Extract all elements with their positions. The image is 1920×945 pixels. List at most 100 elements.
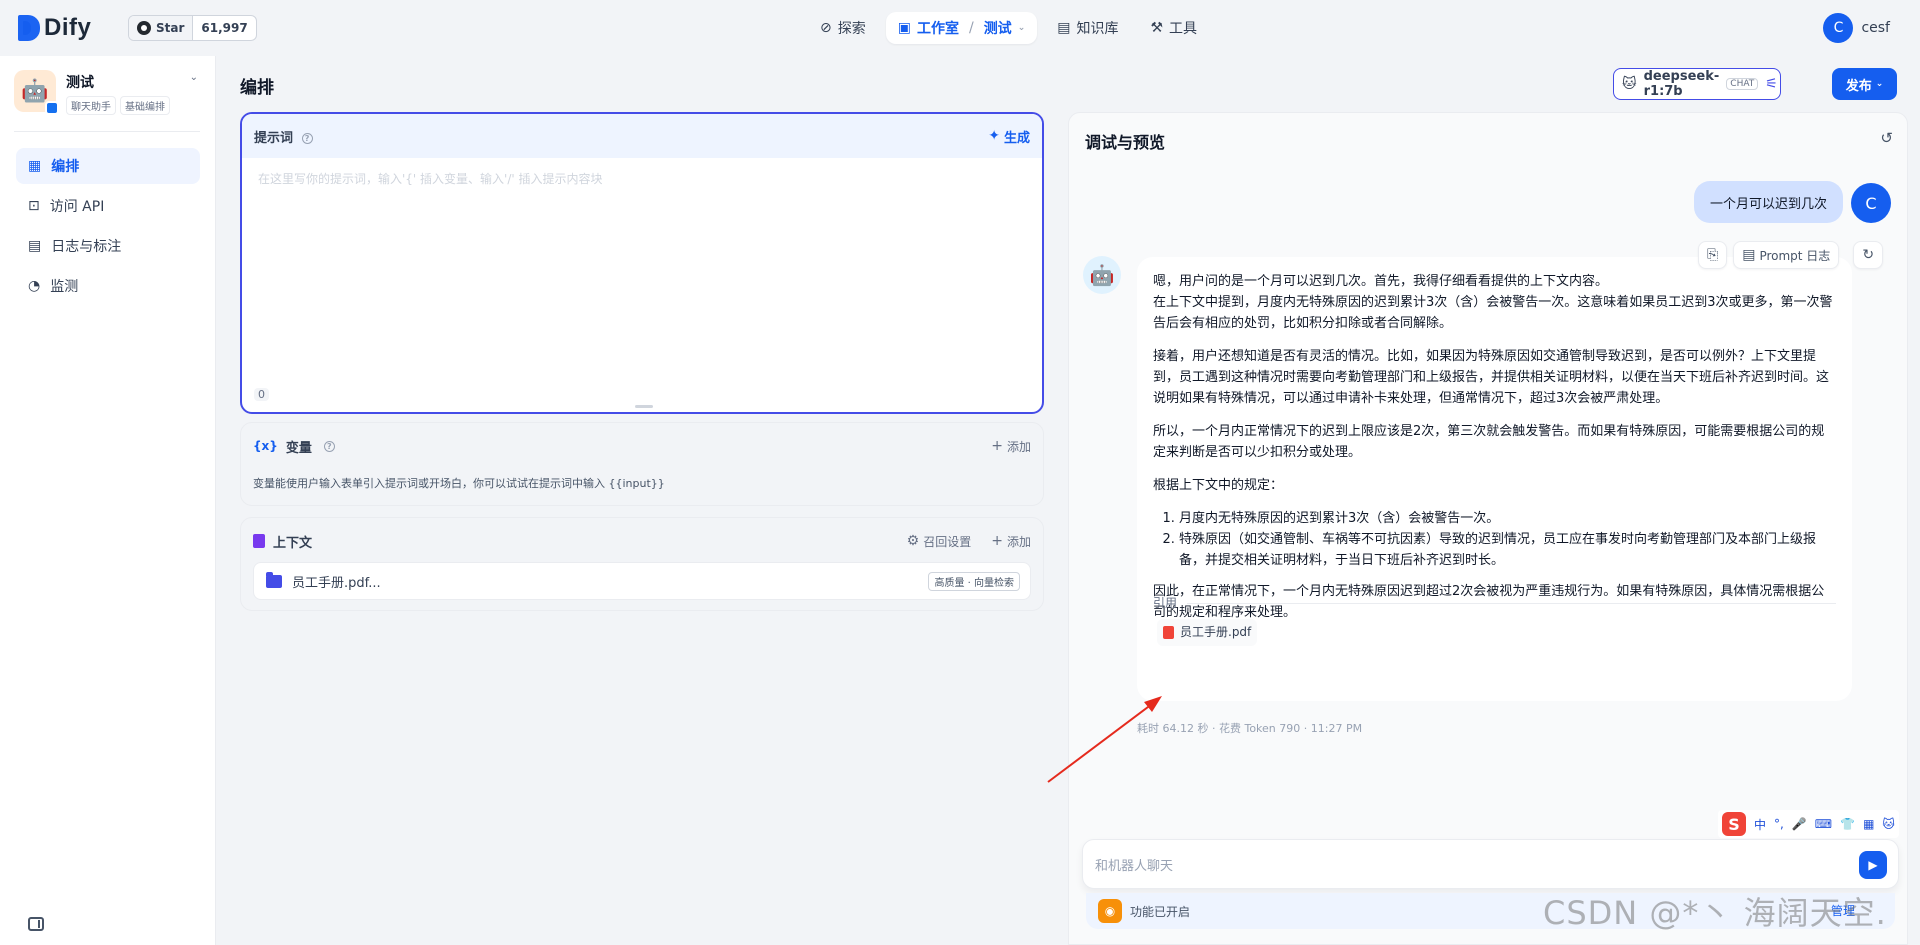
github-icon: [137, 21, 151, 35]
dify-brand-text: Dify: [44, 14, 92, 41]
add-variable-button[interactable]: + 添加: [991, 438, 1031, 455]
robot-emoji-icon: 🤖: [21, 78, 49, 104]
chat-input-box[interactable]: 和机器人聊天 ▶: [1082, 839, 1899, 889]
user-menu[interactable]: C cesf: [1823, 13, 1890, 43]
user-message: 一个月可以迟到几次: [1693, 181, 1843, 223]
sidebar-collapse-icon[interactable]: [28, 917, 44, 931]
nav-separator: /: [968, 20, 974, 36]
list-item: 月度内无特殊原因的迟到累计3次（含）会被警告一次。: [1179, 508, 1836, 529]
publish-button[interactable]: 发布 ⌄: [1832, 68, 1897, 100]
citation-header: 引用: [1153, 593, 1836, 614]
chat-badge-icon: [45, 101, 59, 115]
chevron-down-icon[interactable]: ⌄: [1018, 23, 1026, 33]
model-selector-button[interactable]: 🐱 deepseek-r1:7b CHAT ⚟: [1613, 68, 1781, 100]
divider: [1187, 603, 1836, 604]
file-list-icon: ▤: [28, 238, 42, 254]
help-icon[interactable]: ?: [323, 440, 335, 452]
help-icon[interactable]: ?: [301, 132, 313, 144]
app-icon: 🤖: [14, 70, 59, 115]
nav-studio-app[interactable]: 测试: [984, 18, 1012, 38]
prompt-log-button[interactable]: ▤ Prompt 日志: [1733, 241, 1840, 269]
sidebar: 🤖 测试 聊天助手 基础编排 ⌄ ▦ 编排 ⊡ 访问 API ▤ 日志与标注 ◔…: [0, 56, 216, 945]
prompt-editor: 提示词 ? ✦ 生成 在这里写你的提示词，输入'{' 插入变量、输入'/' 插入…: [240, 112, 1044, 414]
dify-logo-mark: [18, 15, 40, 41]
annotation-arrow: [1047, 696, 1162, 783]
debug-title: 调试与预览: [1085, 133, 1166, 152]
list-item: 特殊原因（如交通管制、车祸等不可抗因素）导致的迟到情况，员工应在事发时向考勤管理…: [1179, 529, 1836, 571]
variables-description: 变量能使用户输入表单引入提示词或开场白，你可以试试在提示词中输入 {{input…: [253, 477, 665, 490]
skin-icon[interactable]: 👕: [1840, 817, 1855, 831]
sidebar-item-monitor[interactable]: ◔ 监测: [16, 268, 200, 304]
sidebar-item-api[interactable]: ⊡ 访问 API: [16, 188, 200, 224]
top-navigation: Dify Star 61,997 ⊘ 探索 ▣ 工作室 / 测试 ⌄ ▤ 知识库…: [0, 0, 1920, 56]
divider: [14, 131, 200, 132]
send-button[interactable]: ▶: [1859, 851, 1887, 879]
nav-tools[interactable]: ⚒ 工具: [1138, 12, 1209, 44]
bot-answer: 嗯，用户问的是一个月可以迟到几次。首先，我得仔细看看提供的上下文内容。 在上下文…: [1137, 257, 1852, 701]
app-type-tag: 聊天助手: [66, 96, 116, 115]
variables-title: 变量: [285, 440, 312, 456]
nav-knowledge[interactable]: ▤ 知识库: [1045, 12, 1130, 44]
hammer-icon: ⚒: [1150, 20, 1164, 36]
microphone-icon[interactable]: 🎤: [1792, 817, 1807, 831]
prompt-char-count: 0: [254, 388, 269, 401]
dify-logo[interactable]: Dify: [18, 14, 91, 42]
avatar[interactable]: C: [1823, 13, 1854, 43]
grid-icon[interactable]: ▦: [1863, 817, 1874, 831]
terminal-icon: ⊡: [28, 198, 40, 214]
file-icon: ▤: [1742, 247, 1756, 263]
generate-button[interactable]: ✦ 生成: [988, 127, 1030, 146]
chat-input[interactable]: 和机器人聊天: [1095, 855, 1173, 874]
document-icon: [253, 534, 265, 548]
sidebar-item-orchestrate[interactable]: ▦ 编排: [16, 148, 200, 184]
clipboard-icon: ⎘: [1707, 247, 1719, 263]
nav-explore[interactable]: ⊘ 探索: [808, 12, 878, 44]
knowledge-item[interactable]: 员工手册.pdf... 高质量 · 向量检索: [253, 562, 1031, 600]
folder-icon: [266, 571, 282, 588]
refresh-icon[interactable]: ↺: [1880, 129, 1893, 147]
add-context-button[interactable]: + 添加: [991, 533, 1031, 550]
keyboard-icon[interactable]: ⌨: [1815, 817, 1832, 831]
mascot-icon[interactable]: 🐱: [1882, 817, 1895, 831]
context-section: 上下文 ⚙ 召回设置 + 添加 员工手册.pdf... 高质量 · 向量检索: [240, 517, 1044, 611]
star-label: Star: [156, 21, 185, 35]
citation-file[interactable]: 员工手册.pdf: [1157, 619, 1258, 646]
book-icon: ▤: [1057, 20, 1071, 36]
layout-icon: ▦: [28, 158, 42, 174]
sparkle-icon: ✦: [988, 128, 1000, 144]
answer-list: 月度内无特殊原因的迟到累计3次（含）会被警告一次。 特殊原因（如交通管制、车祸等…: [1179, 508, 1836, 571]
variable-icon: {x}: [253, 439, 278, 453]
nav-studio[interactable]: ▣ 工作室 / 测试 ⌄: [885, 12, 1038, 44]
copy-button[interactable]: ⎘: [1698, 241, 1728, 269]
github-star-button[interactable]: Star 61,997: [128, 15, 257, 41]
ime-toolbar: S 中 °, 🎤 ⌨ 👕 ▦ 🐱: [1718, 810, 1899, 838]
recall-settings-button[interactable]: ⚙ 召回设置: [907, 533, 972, 550]
resize-handle[interactable]: [635, 405, 653, 408]
user-name: cesf: [1861, 20, 1890, 36]
plus-icon: +: [991, 533, 1003, 549]
ime-punct[interactable]: °,: [1774, 817, 1784, 831]
refresh-icon: ↻: [1862, 247, 1875, 263]
user-avatar: C: [1851, 183, 1891, 223]
app-name: 测试: [66, 75, 94, 91]
answer-paragraph: 接着，用户还想知道是否有灵活的情况。比如，如果因为特殊原因如交通管制导致迟到，是…: [1153, 349, 1830, 406]
answer-paragraph: 所以，一个月内正常情况下的迟到上限应该是2次，第三次就会触发警告。而如果有特殊原…: [1153, 424, 1825, 460]
app-selector[interactable]: 🤖 测试 聊天助手 基础编排 ⌄: [14, 70, 202, 120]
chevron-down-icon[interactable]: ⌄: [190, 72, 198, 83]
sidebar-item-logs[interactable]: ▤ 日志与标注: [16, 228, 200, 264]
watermark: CSDN @*丶 海阔天空.: [1543, 894, 1887, 932]
model-mode-tag: CHAT: [1726, 78, 1759, 90]
feature-label: 功能已开启: [1130, 904, 1191, 919]
sliders-icon: ⚟: [1765, 76, 1778, 92]
variables-section: {x} 变量 ? + 添加 变量能使用户输入表单引入提示词或开场白，你可以试试在…: [240, 422, 1044, 506]
regenerate-button[interactable]: ↻: [1853, 241, 1884, 269]
answer-paragraph: 嗯，用户问的是一个月可以迟到几次。首先，我得仔细看看提供的上下文内容。 在上下文…: [1153, 274, 1833, 331]
sogou-icon[interactable]: S: [1722, 812, 1746, 836]
star-count: 61,997: [201, 21, 248, 35]
pdf-icon: [1163, 626, 1174, 639]
plus-icon: +: [991, 438, 1003, 454]
prompt-input[interactable]: 在这里写你的提示词，输入'{' 插入变量、输入'/' 插入提示内容块: [258, 170, 603, 187]
knowledge-name: 员工手册.pdf...: [292, 575, 381, 591]
ime-chinese[interactable]: 中: [1754, 816, 1766, 833]
chevron-down-icon: ⌄: [1875, 78, 1884, 89]
